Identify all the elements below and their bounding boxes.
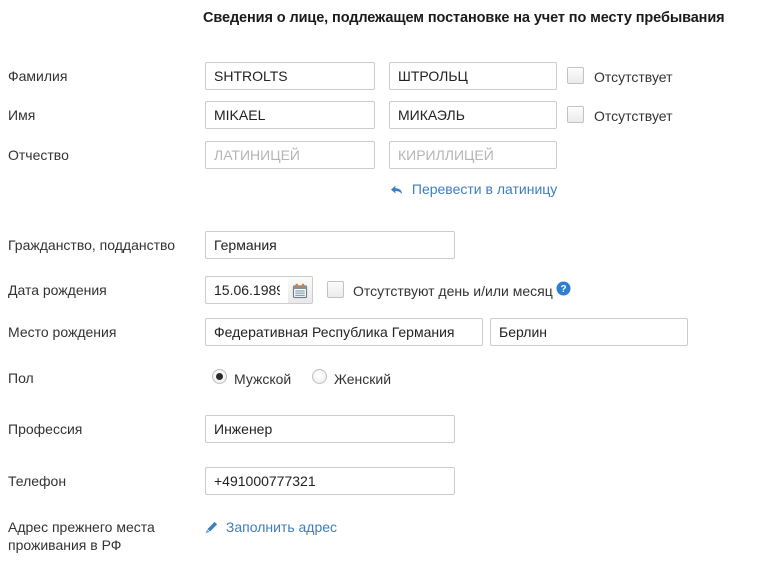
label-surname: Фамилия bbox=[8, 68, 68, 84]
gender-radio-female-label[interactable]: Женский bbox=[334, 370, 391, 388]
firstname-absent-label: Отсутствует bbox=[594, 108, 673, 124]
label-patronymic: Отчество bbox=[8, 147, 69, 163]
gender-radio-male[interactable] bbox=[212, 369, 227, 384]
label-gender: Пол bbox=[8, 370, 34, 386]
birthplace-country-input[interactable] bbox=[205, 318, 483, 346]
birthdate-absent-checkbox[interactable] bbox=[327, 281, 344, 298]
label-previous-address-line2: проживания в РФ bbox=[8, 537, 122, 553]
patronymic-cyrillic-input[interactable] bbox=[389, 141, 557, 169]
form-page-title: Сведения о лице, подлежащем постановке н… bbox=[203, 10, 725, 26]
label-birthplace: Место рождения bbox=[8, 324, 117, 340]
label-profession: Профессия bbox=[8, 421, 83, 437]
transliterate-link[interactable]: Перевести в латиницу bbox=[390, 180, 557, 198]
surname-latin-input[interactable] bbox=[205, 62, 375, 90]
label-birthdate: Дата рождения bbox=[8, 282, 107, 298]
question-mark-icon[interactable]: ? bbox=[556, 281, 571, 299]
svg-text:?: ? bbox=[560, 284, 566, 295]
birthdate-absent-label: Отсутствуют день и/или месяц bbox=[353, 283, 553, 299]
patronymic-latin-input[interactable] bbox=[205, 141, 375, 169]
label-firstname: Имя bbox=[8, 107, 36, 123]
surname-absent-label: Отсутствует bbox=[594, 69, 673, 85]
fill-address-link-label: Заполнить адрес bbox=[225, 519, 338, 535]
surname-cyrillic-input[interactable] bbox=[389, 62, 557, 90]
label-phone: Телефон bbox=[8, 473, 67, 489]
birthdate-input[interactable] bbox=[205, 276, 288, 304]
gender-radio-male-label[interactable]: Мужской bbox=[234, 370, 291, 388]
citizenship-input[interactable] bbox=[205, 231, 455, 259]
calendar-icon-button[interactable] bbox=[288, 276, 313, 304]
firstname-cyrillic-input[interactable] bbox=[389, 101, 557, 129]
label-previous-address-line1: Адрес прежнего места bbox=[8, 519, 155, 535]
arrow-left-icon bbox=[390, 182, 403, 200]
birthplace-city-input[interactable] bbox=[490, 318, 688, 346]
profession-input[interactable] bbox=[205, 415, 455, 443]
fill-address-link[interactable]: Заполнить адрес bbox=[205, 518, 337, 536]
label-citizenship: Гражданство, подданство bbox=[8, 237, 176, 253]
phone-input[interactable] bbox=[205, 467, 455, 495]
gender-radio-female[interactable] bbox=[312, 369, 327, 384]
surname-absent-checkbox[interactable] bbox=[567, 67, 584, 84]
firstname-latin-input[interactable] bbox=[205, 101, 375, 129]
pencil-icon bbox=[205, 520, 218, 538]
transliterate-link-label: Перевести в латиницу bbox=[411, 181, 558, 197]
firstname-absent-checkbox[interactable] bbox=[567, 106, 584, 123]
label-previous-address: Адрес прежнего места проживания в РФ bbox=[8, 518, 198, 554]
